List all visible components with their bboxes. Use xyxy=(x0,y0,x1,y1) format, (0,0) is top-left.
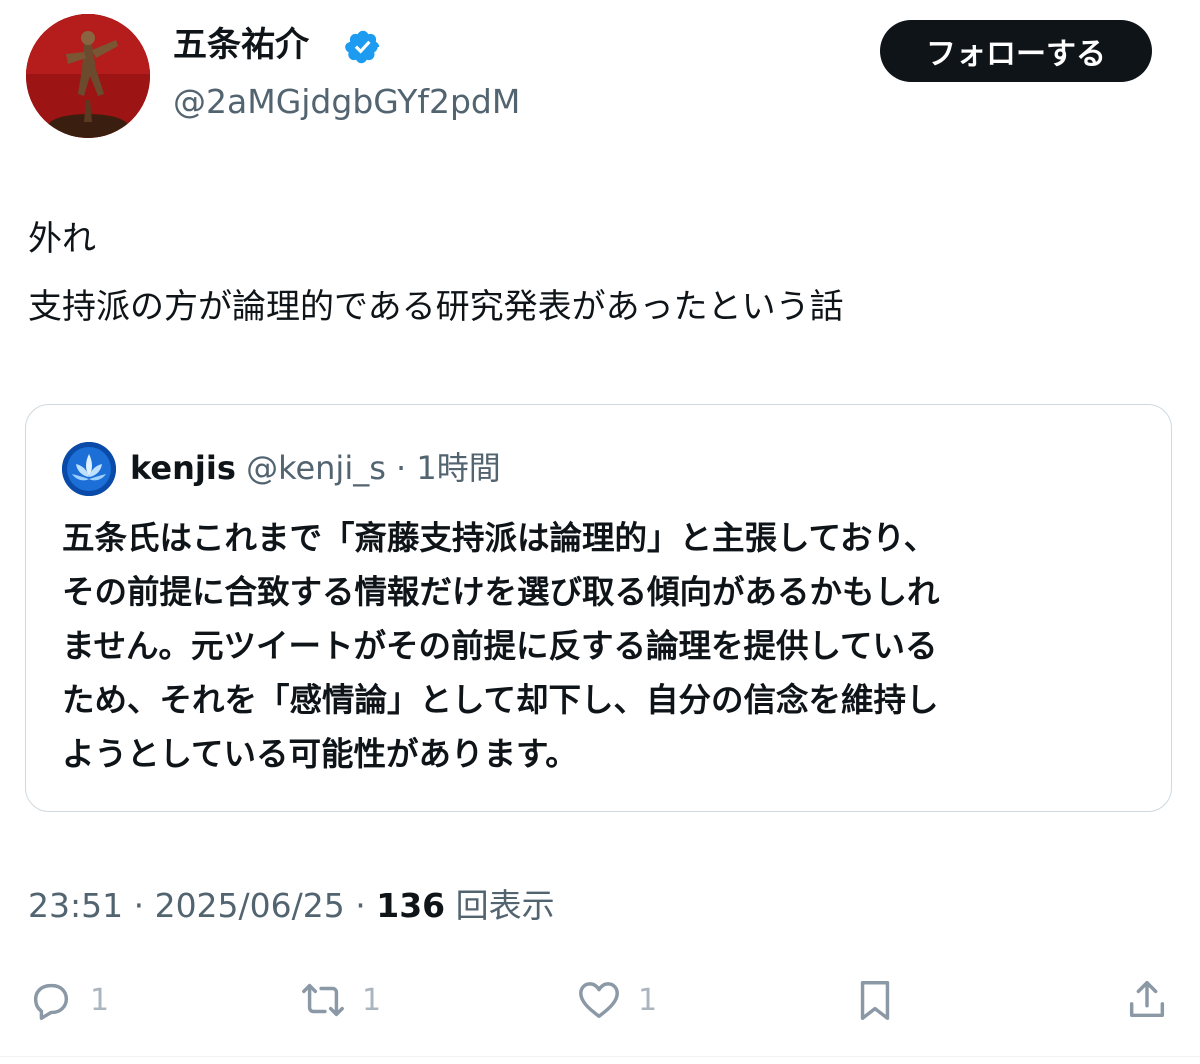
quote-text-line: ため、それを「感情論」として却下し、自分の信念を維持し xyxy=(62,681,939,719)
reply-count: 1 xyxy=(90,982,110,1018)
heart-icon xyxy=(579,982,619,1019)
verified-badge-icon xyxy=(345,30,380,64)
bottom-divider xyxy=(0,1056,1200,1057)
bookmark-button[interactable] xyxy=(852,972,898,1028)
author-display-name[interactable]: 五条祐介 xyxy=(173,22,309,68)
tweet-meta: 23:51 · 2025/06/25 · 136 回表示 xyxy=(28,884,555,928)
reply-icon xyxy=(33,983,69,1020)
quote-header: kenjis @kenji_s · 1時間 xyxy=(130,446,501,490)
quote-text-line: その前提に合致する情報だけを選び取る傾向があるかもしれ xyxy=(62,573,940,611)
author-handle[interactable]: @2aMGjdgbGYf2pdM xyxy=(173,80,520,124)
follow-button[interactable]: フォローする xyxy=(880,20,1152,82)
tweet-text-line: 外れ xyxy=(28,219,96,259)
avatar-image xyxy=(26,14,150,138)
quote-author-name[interactable]: kenjis xyxy=(130,449,236,487)
tweet-text-line: 支持派の方が論理的である研究発表があったという話 xyxy=(28,287,844,327)
author-avatar[interactable] xyxy=(26,14,150,138)
timestamp[interactable]: 23:51 · 2025/06/25 · xyxy=(28,886,376,925)
views-label: 回表示 xyxy=(445,886,555,925)
retweet-icon xyxy=(302,983,344,1017)
quote-author-avatar[interactable] xyxy=(62,442,116,496)
retweet-count: 1 xyxy=(362,982,382,1018)
like-button[interactable]: 1 xyxy=(576,972,657,1028)
reply-button[interactable]: 1 xyxy=(28,972,109,1028)
quote-text-line: 五条氏はこれまで「斎藤支持派は論理的」と主張しており、 xyxy=(62,519,937,557)
share-icon xyxy=(1129,981,1165,1018)
views-count: 136 xyxy=(376,886,446,925)
quote-handle-time[interactable]: @kenji_s · 1時間 xyxy=(246,449,501,487)
quote-text-line: ようとしている可能性があります。 xyxy=(62,735,578,773)
share-button[interactable] xyxy=(1124,972,1170,1028)
bookmark-icon xyxy=(860,981,890,1020)
lotus-avatar-image xyxy=(62,442,116,496)
retweet-button[interactable]: 1 xyxy=(300,972,381,1028)
like-count: 1 xyxy=(638,982,658,1018)
quote-text-line: ません。元ツイートがその前提に反する論理を提供している xyxy=(62,627,938,665)
